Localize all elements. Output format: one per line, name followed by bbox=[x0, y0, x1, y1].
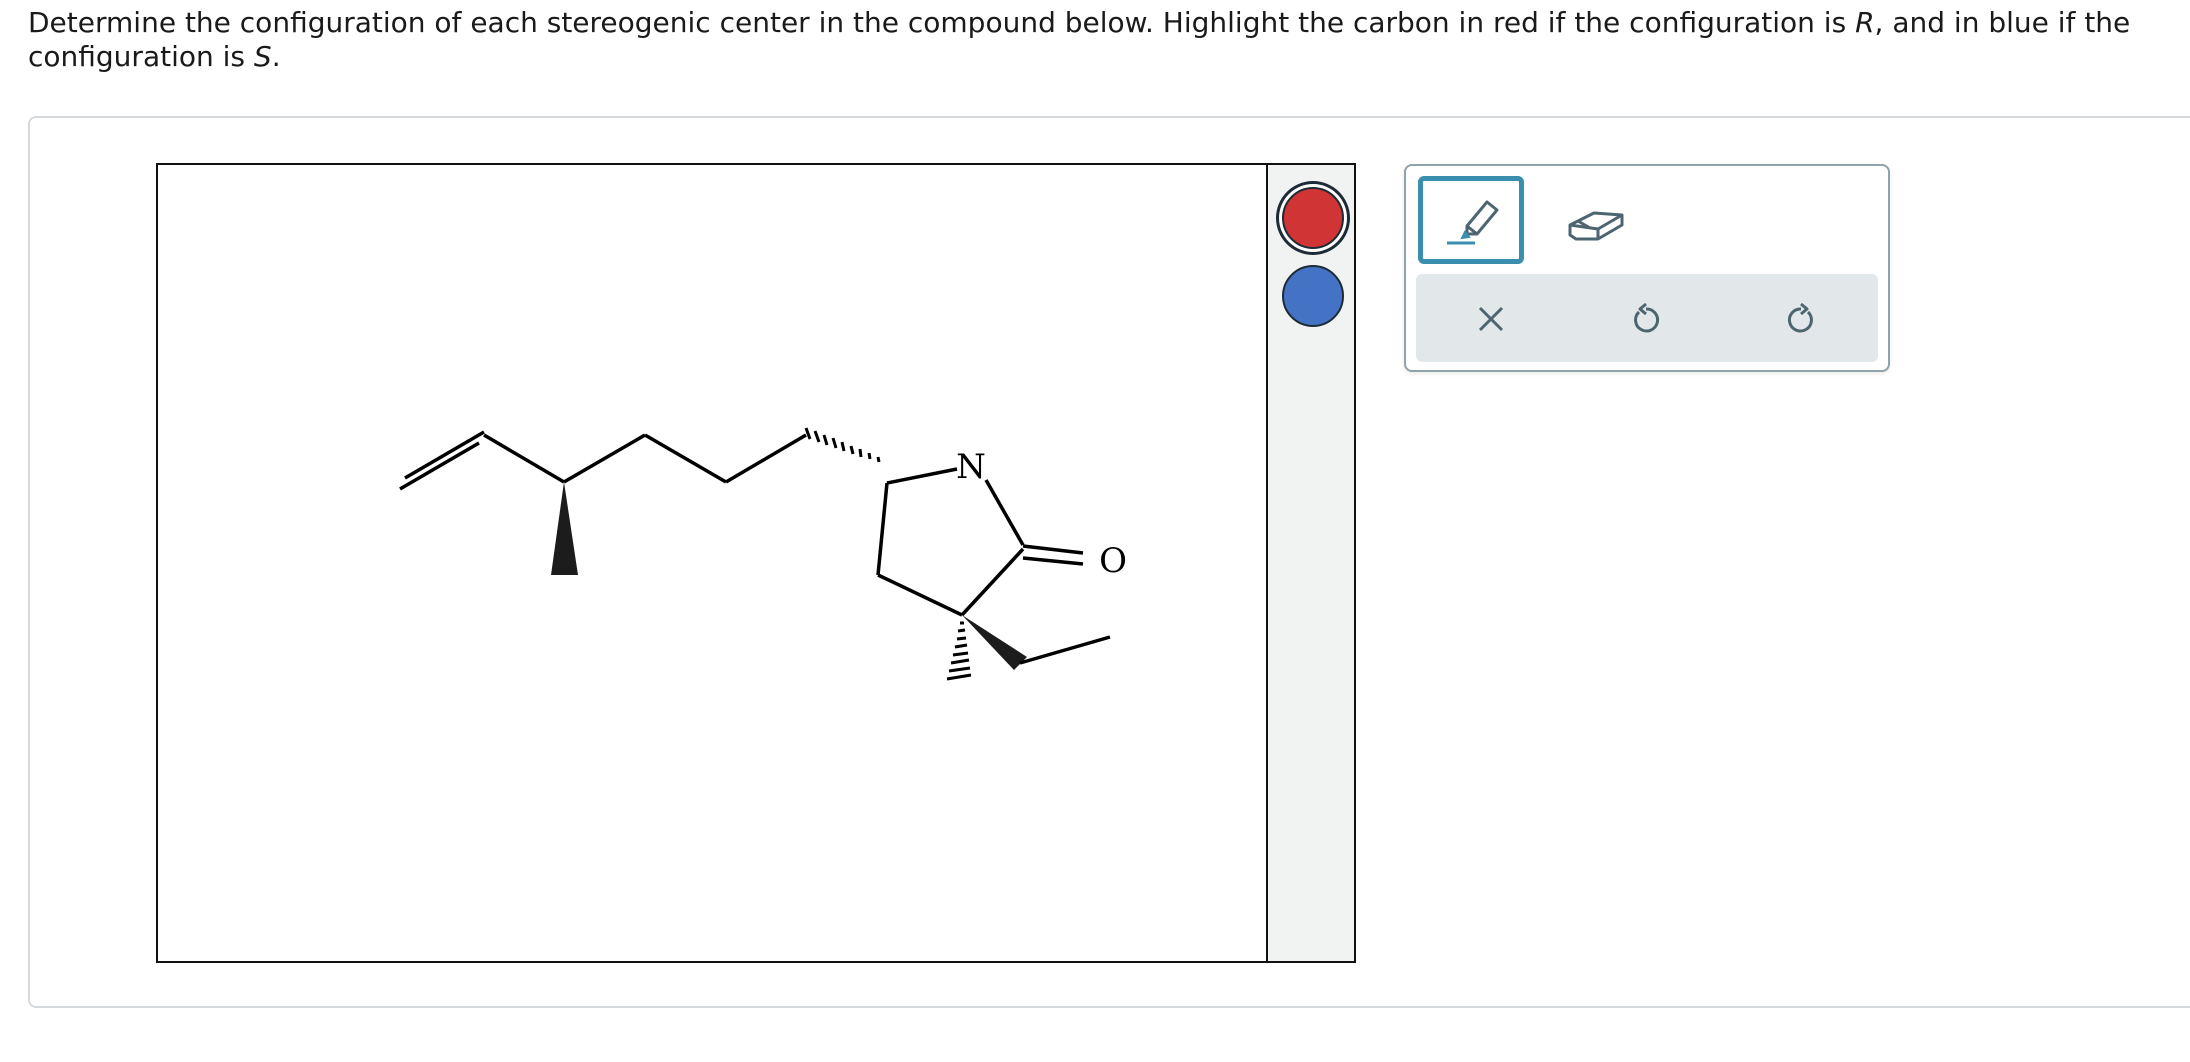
hash-bond-methyl[interactable] bbox=[946, 621, 972, 681]
bond-chain-3[interactable] bbox=[644, 433, 727, 484]
wedge-bond-methyl[interactable] bbox=[551, 482, 578, 575]
bond-ring-c4-c5[interactable] bbox=[960, 547, 1025, 617]
bond-vinyl-1 bbox=[404, 430, 485, 480]
blue-color-swatch[interactable] bbox=[1282, 265, 1344, 327]
hash-bond-ring-chain[interactable] bbox=[804, 427, 881, 463]
bond-ring-c2-c3[interactable] bbox=[876, 482, 889, 576]
undo-icon bbox=[1634, 302, 1660, 333]
highlighter-tool-button[interactable] bbox=[1418, 176, 1524, 264]
redo-icon bbox=[1787, 302, 1813, 333]
bond-carbonyl-1 bbox=[1022, 544, 1084, 555]
clear-button[interactable] bbox=[1466, 294, 1516, 344]
bond-chain-4[interactable] bbox=[725, 433, 807, 484]
tool-panel bbox=[1404, 164, 1890, 372]
bond-ring-c3-c4[interactable] bbox=[877, 573, 963, 617]
question-prompt: Determine the configuration of each ster… bbox=[28, 6, 2178, 74]
bond-carbonyl-2 bbox=[1022, 556, 1084, 566]
bond-ring-n-c5[interactable] bbox=[984, 479, 1025, 546]
bond-chain-1[interactable] bbox=[483, 433, 565, 484]
highlighter-icon bbox=[1447, 200, 1499, 245]
prompt-text-1: Determine the configuration of each ster… bbox=[28, 6, 1856, 39]
oxygen-atom-label[interactable]: O bbox=[1099, 541, 1127, 581]
bond-chain-2[interactable] bbox=[563, 433, 646, 484]
bond-ring-c2-n[interactable] bbox=[886, 467, 958, 485]
s-configuration-label: S bbox=[253, 40, 272, 73]
bond-ethyl[interactable] bbox=[1019, 635, 1111, 665]
red-color-swatch[interactable] bbox=[1282, 187, 1344, 249]
action-bar bbox=[1416, 274, 1878, 362]
highlight-color-picker bbox=[1266, 163, 1356, 963]
eraser-tool-button[interactable] bbox=[1556, 180, 1636, 260]
eraser-icon bbox=[1568, 211, 1624, 241]
r-configuration-label: R bbox=[1855, 6, 1875, 39]
clear-icon bbox=[1478, 306, 1504, 332]
wedge-bond-ethyl[interactable] bbox=[962, 615, 1027, 670]
molecule-structure[interactable]: N O bbox=[158, 165, 1266, 961]
redo-button[interactable] bbox=[1776, 294, 1826, 344]
bond-vinyl-2 bbox=[399, 441, 480, 491]
nitrogen-atom-label[interactable]: N bbox=[956, 447, 986, 487]
prompt-text-3: . bbox=[271, 40, 281, 73]
undo-button[interactable] bbox=[1621, 294, 1671, 344]
drawing-canvas[interactable]: N O bbox=[156, 163, 1268, 963]
